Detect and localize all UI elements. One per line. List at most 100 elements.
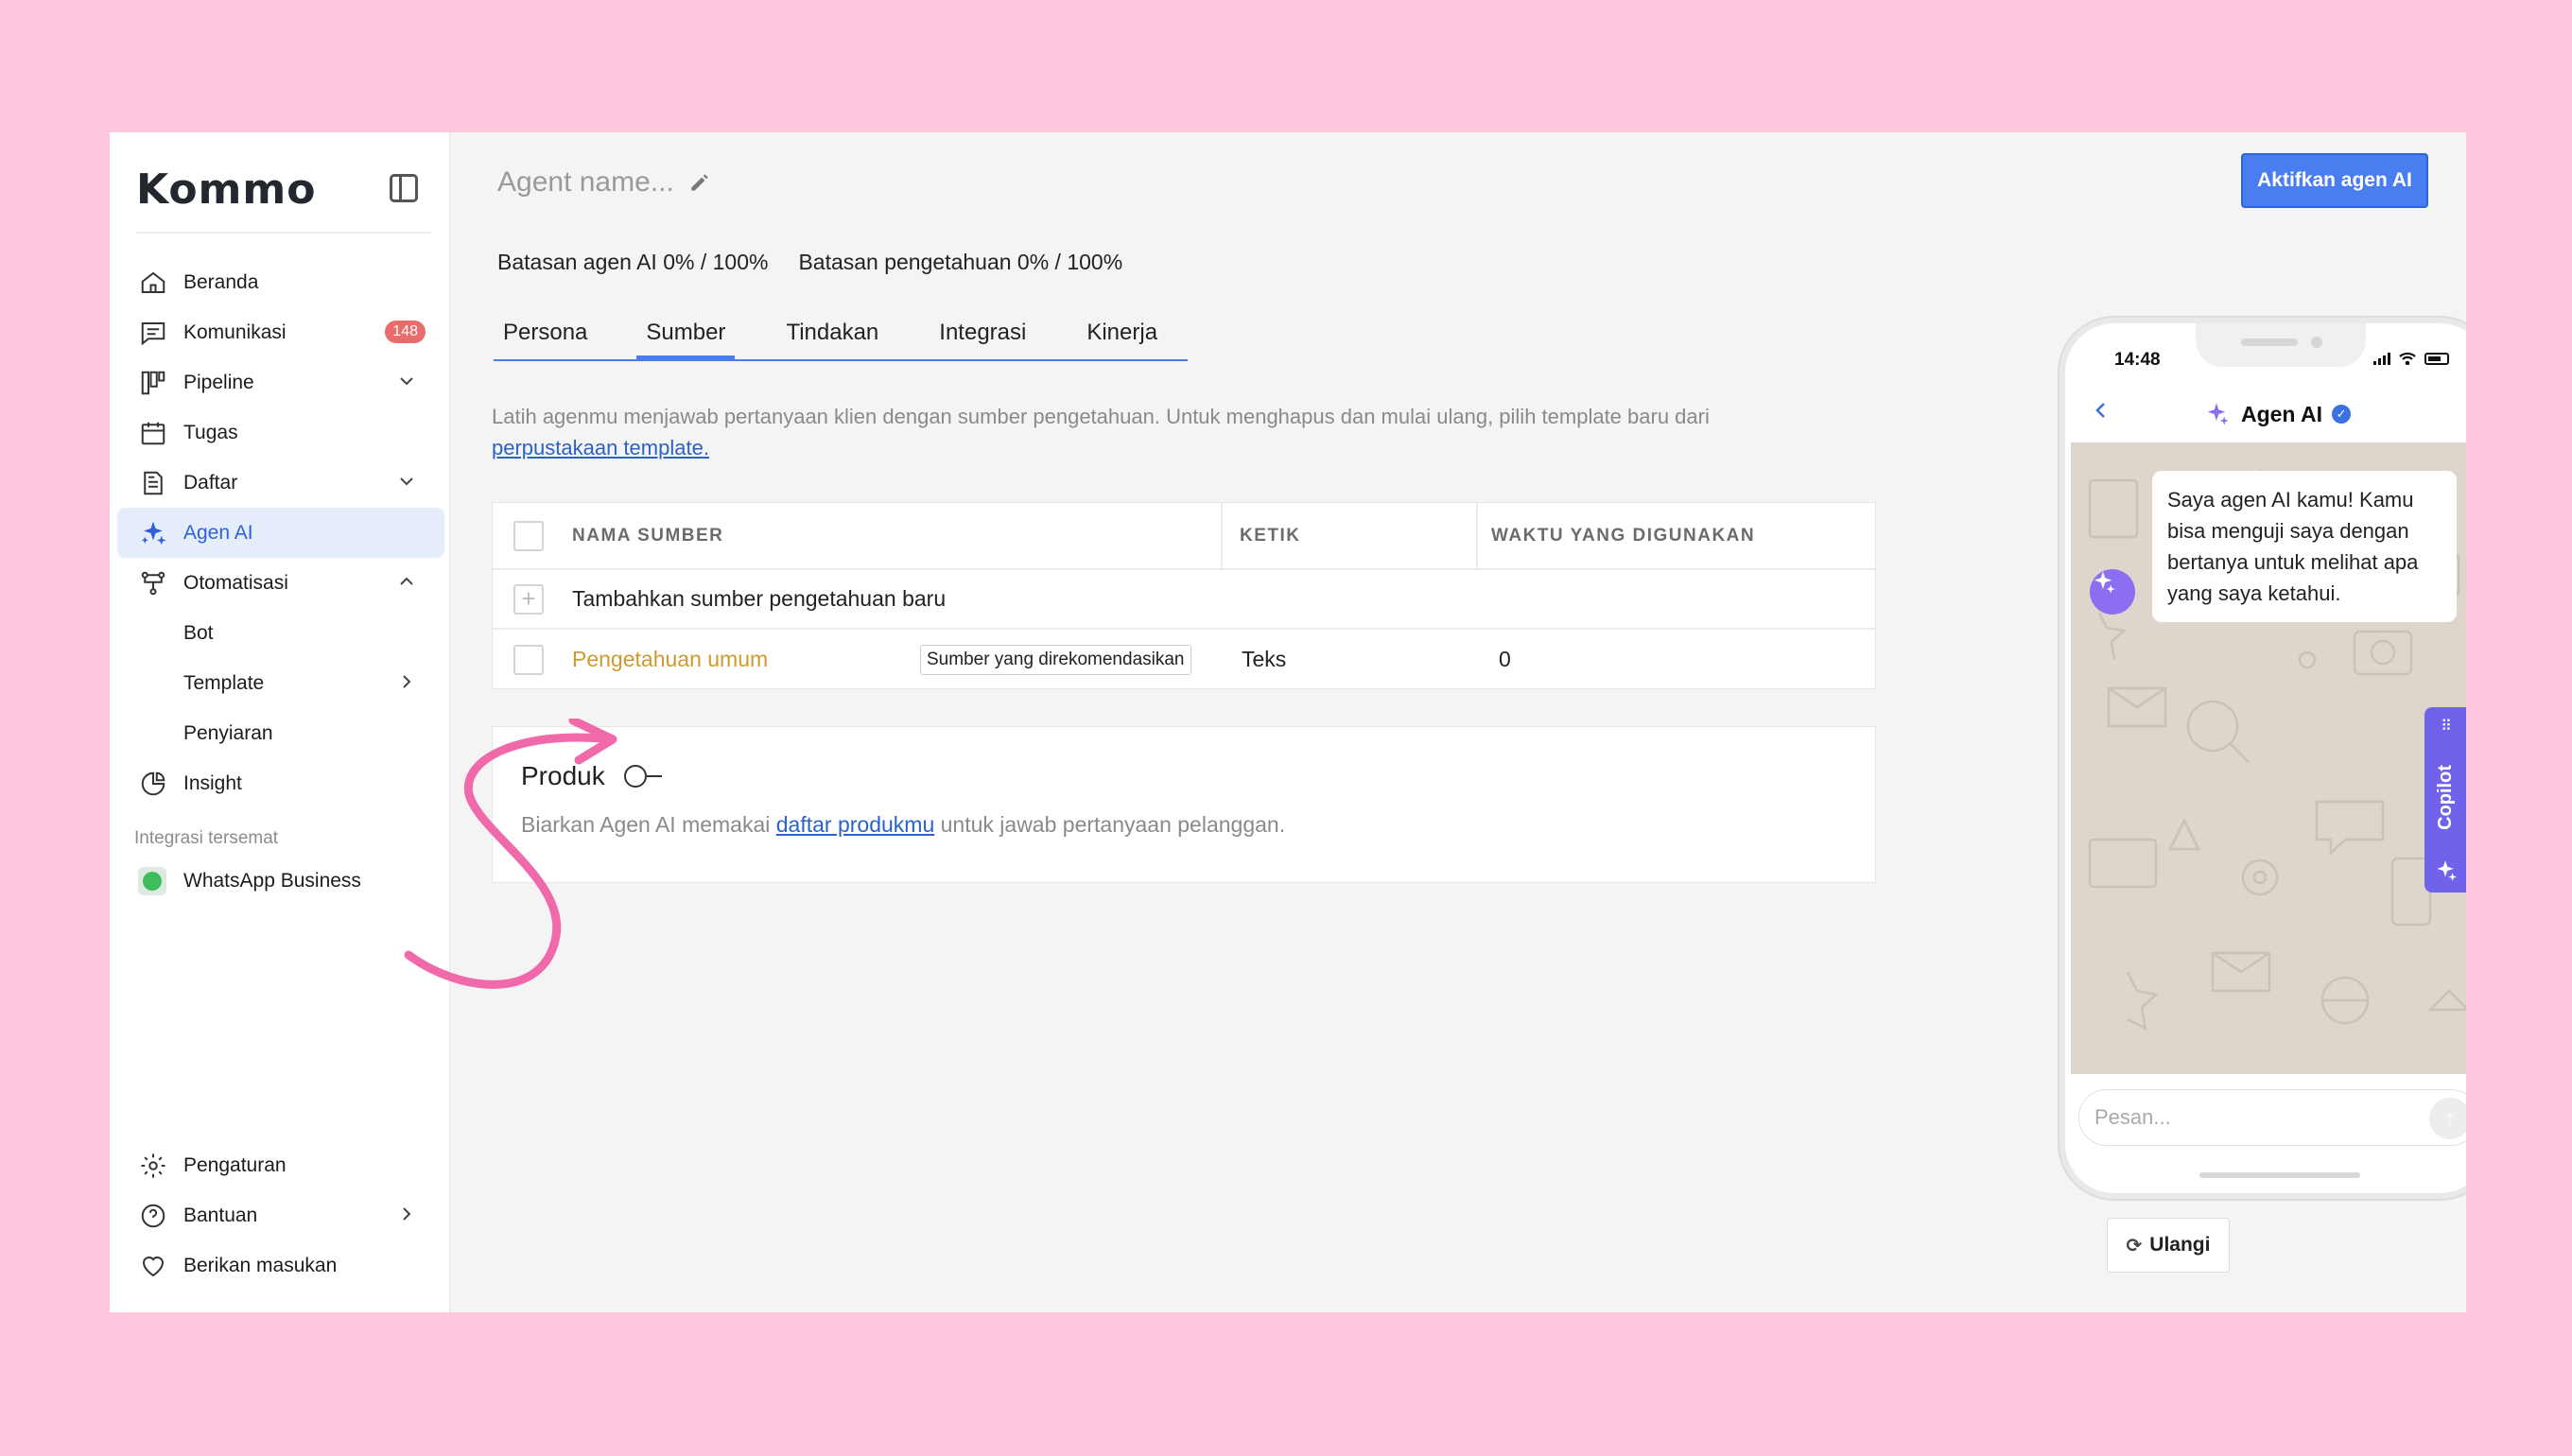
pointer-arrow-annotation [404, 719, 617, 989]
product-desc-after: untuk jawab pertanyaan pelanggan. [934, 812, 1286, 837]
pie-chart-icon [138, 769, 168, 799]
whatsapp-icon [138, 866, 166, 895]
tab-kinerja[interactable]: Kinerja [1077, 320, 1167, 359]
limits-row: Batasan agen AI 0% / 100% Batasan penget… [497, 250, 1122, 275]
sidebar-item-label: Penyiaran [183, 721, 273, 744]
sources-description: Latih agenmu menjawab pertanyaan klien d… [492, 401, 1816, 463]
tab-tindakan[interactable]: Tindakan [776, 320, 888, 359]
copilot-tab[interactable]: ⠿ Copilot [2424, 707, 2466, 893]
send-arrow-icon[interactable]: ↑ [2429, 1098, 2466, 1139]
chat-icon [138, 318, 168, 348]
chevron-down-icon[interactable] [395, 370, 418, 392]
select-all-checkbox[interactable] [513, 520, 544, 551]
header-time: WAKTU YANG DIGUNAKAN [1491, 525, 1756, 546]
sparkle-icon [2437, 860, 2457, 881]
copilot-label: Copilot [2434, 764, 2456, 830]
tab-bar: Persona Sumber Tindakan Integrasi Kinerj… [494, 320, 1188, 361]
main-content: Agent name... Aktifkan agen AI Batasan a… [450, 132, 2466, 1312]
sparkle-icon [2207, 403, 2229, 425]
template-library-link[interactable]: perpustakaan template. [492, 436, 709, 459]
chevron-right-icon[interactable] [395, 1203, 418, 1225]
sparkle-icon [138, 518, 168, 548]
sparkle-icon [2094, 571, 2115, 594]
home-icon [138, 268, 168, 298]
add-source-row[interactable]: + Tambahkan sumber pengetahuan baru [493, 570, 1875, 630]
sidebar-item-label: Bantuan [183, 1204, 258, 1226]
sidebar-item-berikan-masukan[interactable]: Berikan masukan [117, 1240, 444, 1291]
sidebar-item-pengaturan[interactable]: Pengaturan [117, 1140, 444, 1190]
chat-header: Agen AI ✓ [2065, 386, 2466, 442]
pencil-icon[interactable] [687, 170, 712, 195]
pipeline-icon [138, 368, 168, 398]
sidebar-item-label: Otomatisasi [183, 571, 288, 594]
wifi-icon [2399, 352, 2416, 365]
logo-row: Kommo [136, 161, 429, 217]
sidebar-item-label: Template [183, 671, 265, 694]
sidebar-item-pipeline[interactable]: Pipeline [117, 357, 444, 407]
sidebar-item-daftar[interactable]: Daftar [117, 458, 444, 508]
sidebar-item-template[interactable]: Template [117, 658, 444, 708]
chevron-right-icon[interactable] [395, 670, 418, 693]
sidebar-item-label: Komunikasi [183, 321, 287, 343]
row-checkbox[interactable] [513, 644, 544, 675]
phone-clock: 14:48 [2114, 350, 2161, 370]
sidebar-item-beranda[interactable]: Beranda [117, 257, 444, 307]
add-source-label[interactable]: Tambahkan sumber pengetahuan baru [572, 586, 946, 612]
sidebar-item-bot[interactable]: Bot [117, 608, 444, 658]
message-input[interactable]: Pesan... ↑ [2078, 1089, 2466, 1146]
sidebar-item-label: Daftar [183, 471, 238, 494]
chat-title: Agen AI [2240, 401, 2323, 426]
phone-status-icons [2373, 352, 2449, 365]
plus-icon[interactable]: + [513, 583, 544, 615]
verified-icon: ✓ [2332, 405, 2352, 424]
description-text: Latih agenmu menjawab pertanyaan klien d… [492, 405, 1710, 428]
chevron-up-icon[interactable] [395, 570, 418, 593]
sidebar-item-bantuan[interactable]: Bantuan [117, 1190, 444, 1240]
activate-agent-button[interactable]: Aktifkan agen AI [2241, 153, 2428, 208]
source-type: Teks [1242, 647, 1287, 671]
sidebar-item-komunikasi[interactable]: Komunikasi 148 [117, 307, 444, 357]
retry-button[interactable]: ⟳ Ulangi [2107, 1218, 2230, 1273]
sidebar-item-otomatisasi[interactable]: Otomatisasi [117, 558, 444, 608]
kommo-logo: Kommo [136, 165, 317, 214]
sidebar-item-label: Bot [183, 621, 214, 644]
home-indicator [2199, 1172, 2360, 1178]
sidebar-item-label: Insight [183, 771, 242, 794]
sidebar-item-label: Tugas [183, 421, 238, 443]
sidebar-item-tugas[interactable]: Tugas [117, 407, 444, 458]
phone-notch [2196, 323, 2366, 367]
source-time: 0 [1499, 647, 1511, 671]
sidebar-toggle-icon[interactable] [390, 174, 418, 202]
knowledge-limit-text: Batasan pengetahuan 0% / 100% [798, 250, 1123, 274]
divider [136, 232, 431, 234]
gear-icon [138, 1151, 168, 1181]
agent-name-field[interactable]: Agent name... [497, 166, 712, 199]
column-divider [1476, 503, 1478, 570]
source-name[interactable]: Pengetahuan umum [572, 647, 768, 672]
column-divider [1221, 503, 1223, 570]
chat-area: Saya agen AI kamu! Kamu bisa menguji say… [2071, 442, 2466, 1074]
chevron-down-icon[interactable] [395, 470, 418, 493]
document-icon [138, 468, 168, 498]
table-row[interactable]: Pengetahuan umum Sumber yang direkomenda… [493, 630, 1875, 689]
agent-name-placeholder: Agent name... [497, 166, 674, 198]
recommended-badge: Sumber yang direkomendasikan [920, 644, 1191, 675]
phone-preview: 14:48 Agen AI ✓ Saya agen AI kamu! Kamu … [2059, 318, 2466, 1199]
unread-badge: 148 [385, 321, 426, 343]
tab-persona[interactable]: Persona [494, 320, 597, 359]
sidebar-item-label: Agen AI [183, 521, 253, 544]
tab-sumber[interactable]: Sumber [636, 320, 736, 359]
tab-integrasi[interactable]: Integrasi [930, 320, 1035, 359]
bot-avatar [2090, 569, 2135, 615]
product-list-link[interactable]: daftar produkmu [776, 812, 934, 837]
app-window: Kommo Beranda Komunikasi 148 Pipeline Tu… [110, 132, 2466, 1312]
calendar-icon [138, 418, 168, 448]
sidebar-item-agen-ai[interactable]: Agen AI [117, 508, 444, 558]
bot-message-bubble: Saya agen AI kamu! Kamu bisa menguji say… [2152, 471, 2457, 622]
table-header: NAMA SUMBER KETIK WAKTU YANG DIGUNAKAN [493, 503, 1875, 570]
sidebar-item-label: WhatsApp Business [183, 869, 361, 892]
drag-handle-icon[interactable]: ⠿ [2441, 717, 2452, 736]
sidebar-item-label: Berikan masukan [183, 1254, 338, 1276]
retry-label: Ulangi [2149, 1234, 2211, 1256]
sidebar-item-label: Pipeline [183, 371, 254, 393]
